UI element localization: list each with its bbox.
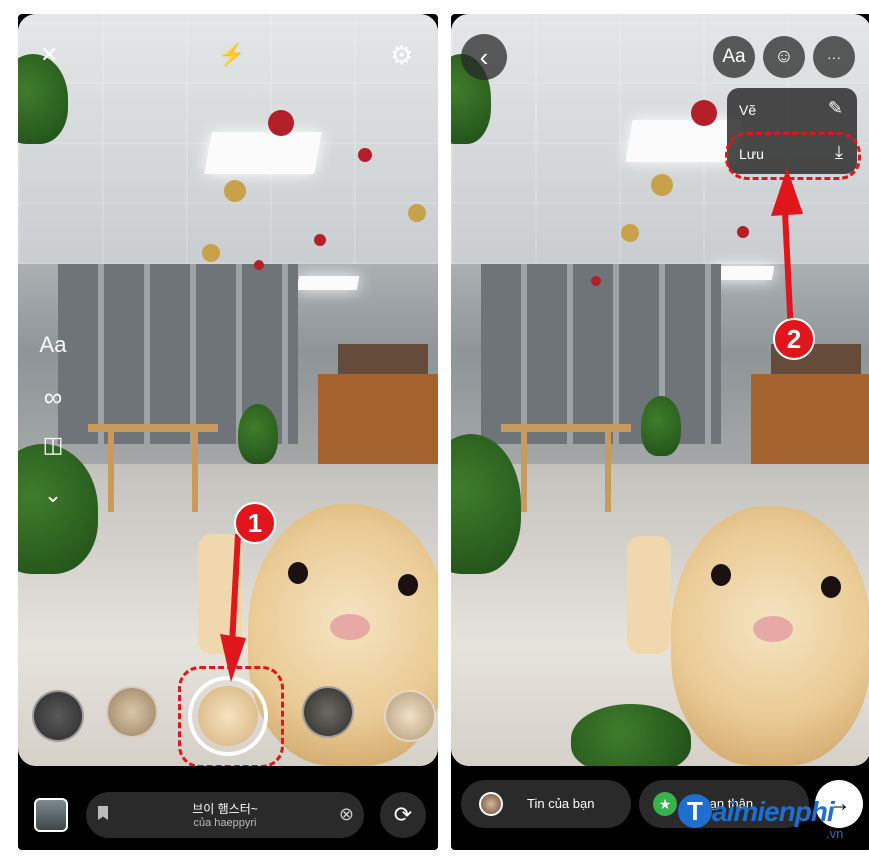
- story-editor-screen: ‹ Aa ☺ ··· Vẽ ✎ Lưu ⤓ 2 Tin của bạn ★ Bạ…: [451, 14, 869, 850]
- music-title: 브이 햄스터~: [192, 802, 258, 816]
- watermark-tld: .vn: [826, 826, 844, 841]
- filter-effect[interactable]: [384, 690, 436, 742]
- back-icon: ‹: [479, 41, 489, 72]
- arrow-up-icon: [771, 168, 803, 334]
- avatar: [479, 792, 503, 816]
- close-icon[interactable]: ✕: [40, 44, 58, 66]
- ceiling-light: [296, 276, 360, 290]
- menu-item-draw-label: Vẽ: [739, 102, 757, 118]
- more-icon: ···: [827, 49, 841, 65]
- back-button[interactable]: ‹: [461, 34, 507, 80]
- ornament: [591, 276, 601, 286]
- ornament: [691, 100, 717, 126]
- ornament: [621, 224, 639, 242]
- window-wall: [481, 264, 721, 444]
- bookmark-icon[interactable]: [98, 806, 108, 820]
- text-tool-icon[interactable]: Aa: [38, 332, 68, 358]
- flash-off-icon[interactable]: ⚡: [218, 44, 245, 66]
- remove-music-icon[interactable]: ⊗: [339, 804, 354, 825]
- ceiling-light: [204, 132, 322, 174]
- ornament: [408, 204, 426, 222]
- boomerang-icon[interactable]: ∞: [38, 382, 68, 413]
- ornament: [202, 244, 220, 262]
- hamster-sticker: [671, 506, 869, 766]
- music-artist: của haeppyri: [193, 817, 257, 829]
- ceiling-light: [711, 266, 775, 280]
- ornament: [358, 148, 372, 162]
- camera-screen: ✕ ⚡ ⚙ Aa ∞ ◫ ⌄ 1 브이 햄스터~ của haeppyri ⊗ …: [18, 14, 438, 850]
- ornament: [651, 174, 673, 196]
- filter-effect[interactable]: [32, 690, 84, 742]
- plant-decoration: [571, 704, 691, 766]
- filter-effect[interactable]: [302, 686, 354, 738]
- your-story-label: Tin của bạn: [527, 796, 595, 811]
- layout-icon[interactable]: ◫: [38, 432, 68, 458]
- arrow-down-icon: [220, 534, 246, 682]
- gallery-thumbnail[interactable]: [34, 798, 68, 832]
- plant-decoration: [641, 396, 681, 456]
- star-icon: ★: [653, 792, 677, 816]
- your-story-button[interactable]: Tin của bạn: [461, 780, 631, 828]
- step-marker-1: 1: [234, 502, 276, 544]
- peace-hand-sticker: [627, 536, 671, 654]
- music-sticker-bar[interactable]: 브이 햄스터~ của haeppyri ⊗: [86, 792, 364, 838]
- watermark-logo: T: [678, 794, 712, 828]
- camera-bottom-bar: 브이 햄스터~ của haeppyri ⊗ ⟳: [18, 766, 438, 850]
- ornament: [254, 260, 264, 270]
- camera-viewfinder: ✕ ⚡ ⚙ Aa ∞ ◫ ⌄ 1: [18, 14, 438, 766]
- ornament: [268, 110, 294, 136]
- text-tool-icon: Aa: [722, 46, 746, 67]
- draw-icon: ✎: [827, 98, 843, 118]
- settings-icon[interactable]: ⚙: [390, 42, 413, 68]
- watermark: T aimienphi .vn: [678, 788, 868, 848]
- sticker-icon: ☺: [774, 46, 794, 67]
- watermark-brand: aimienphi: [712, 796, 835, 827]
- story-preview: ‹ Aa ☺ ··· Vẽ ✎ Lưu ⤓ 2: [451, 14, 869, 766]
- text-button[interactable]: Aa: [713, 36, 755, 78]
- office-table: [88, 424, 218, 522]
- chevron-down-icon[interactable]: ⌄: [38, 482, 68, 508]
- more-button[interactable]: ···: [813, 36, 855, 78]
- flip-camera-icon: ⟳: [393, 802, 413, 827]
- filter-effect[interactable]: [106, 686, 158, 738]
- flip-camera-button[interactable]: ⟳: [380, 792, 426, 838]
- ornament: [224, 180, 246, 202]
- step-marker-2: 2: [773, 318, 815, 360]
- sticker-button[interactable]: ☺: [763, 36, 805, 78]
- plant-decoration: [238, 404, 278, 464]
- menu-item-draw[interactable]: Vẽ ✎: [727, 88, 857, 128]
- ornament: [737, 226, 749, 238]
- ornament: [314, 234, 326, 246]
